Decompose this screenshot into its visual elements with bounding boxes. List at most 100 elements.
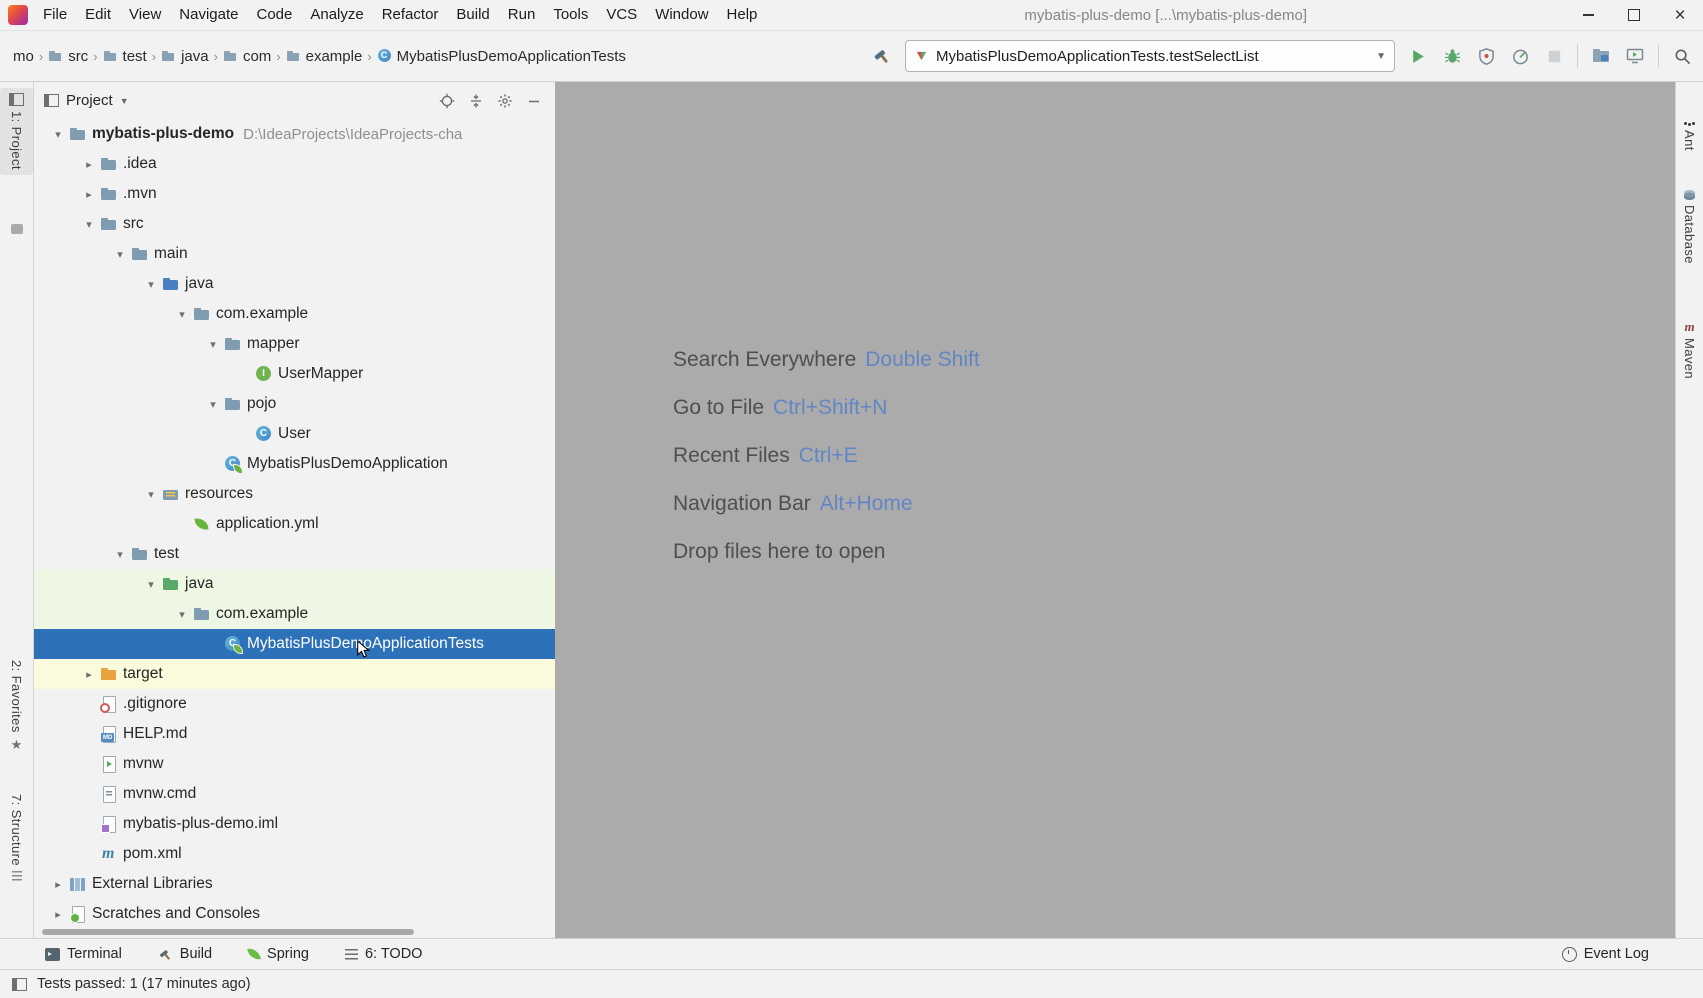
build-hammer-icon[interactable] — [871, 45, 893, 67]
tree-row-test[interactable]: test — [34, 539, 555, 569]
breadcrumb-item[interactable]: mo — [10, 45, 37, 68]
profiler-icon[interactable] — [1509, 45, 1531, 67]
maximize-button[interactable] — [1611, 0, 1657, 30]
menu-code[interactable]: Code — [247, 0, 301, 30]
menu-build[interactable]: Build — [447, 0, 498, 30]
tree-row-mvnw-cmd[interactable]: mvnw.cmd — [34, 779, 555, 809]
menu-vcs[interactable]: VCS — [597, 0, 646, 30]
chevron-icon[interactable] — [110, 248, 130, 261]
tree-row-java-main[interactable]: java — [34, 269, 555, 299]
chevron-icon[interactable] — [48, 128, 68, 141]
sidebar-tab-structure[interactable]: 7: Structure — [0, 794, 33, 881]
sidebar-tab-favorites[interactable]: 2: Favorites ★ — [0, 660, 33, 751]
tree-row-user[interactable]: User — [34, 419, 555, 449]
menu-tools[interactable]: Tools — [544, 0, 597, 30]
chevron-icon[interactable] — [141, 278, 161, 291]
tree-row-help-md[interactable]: HELP.md — [34, 719, 555, 749]
favorites-tab-label: 2: Favorites — [9, 660, 24, 733]
tree-row-src[interactable]: src — [34, 209, 555, 239]
debug-button[interactable] — [1441, 45, 1463, 67]
hide-panel-icon[interactable] — [523, 90, 545, 112]
tree-row-external-libraries[interactable]: External Libraries — [34, 869, 555, 899]
chevron-icon[interactable] — [79, 188, 99, 201]
chevron-icon[interactable] — [79, 218, 99, 231]
menu-window[interactable]: Window — [646, 0, 717, 30]
chevron-icon[interactable] — [110, 548, 130, 561]
stripe-folder-icon[interactable] — [0, 224, 33, 234]
tree-row-com-example-test[interactable]: com.example — [34, 599, 555, 629]
run-with-coverage-icon[interactable] — [1475, 45, 1497, 67]
tab-build[interactable]: Build — [158, 946, 212, 962]
run-button[interactable] — [1407, 45, 1429, 67]
breadcrumb-item-test[interactable]: test — [100, 45, 150, 68]
tree-row-application-yml[interactable]: application.yml — [34, 509, 555, 539]
chevron-down-icon[interactable]: ▼ — [120, 96, 129, 106]
search-everywhere-icon[interactable] — [1671, 45, 1693, 67]
gitignore-file-icon — [99, 694, 119, 714]
tab-terminal[interactable]: Terminal — [45, 946, 122, 962]
sidebar-tab-database[interactable]: Database — [1676, 190, 1703, 264]
horizontal-scrollbar[interactable] — [34, 925, 555, 938]
package-icon — [192, 304, 212, 324]
tree-row-mvn[interactable]: .mvn — [34, 179, 555, 209]
chevron-icon[interactable] — [141, 488, 161, 501]
menu-navigate[interactable]: Navigate — [170, 0, 247, 30]
settings-gear-icon[interactable] — [494, 90, 516, 112]
chevron-icon[interactable] — [203, 398, 223, 411]
run-configuration-select[interactable]: MybatisPlusDemoApplicationTests.testSele… — [905, 40, 1395, 72]
tree-row-main[interactable]: main — [34, 239, 555, 269]
chevron-icon[interactable] — [172, 608, 192, 621]
menu-help[interactable]: Help — [718, 0, 767, 30]
tree-row-mapper[interactable]: mapper — [34, 329, 555, 359]
chevron-icon[interactable] — [203, 338, 223, 351]
locate-file-icon[interactable] — [436, 90, 458, 112]
collapse-all-icon[interactable] — [465, 90, 487, 112]
chevron-icon[interactable] — [172, 308, 192, 321]
tree-row-com-example-main[interactable]: com.example — [34, 299, 555, 329]
event-log-button[interactable]: Event Log — [1562, 946, 1649, 962]
tree-row-pojo[interactable]: pojo — [34, 389, 555, 419]
chevron-icon[interactable] — [48, 908, 68, 921]
close-button[interactable]: × — [1657, 0, 1703, 30]
tree-row-usermapper[interactable]: UserMapper — [34, 359, 555, 389]
chevron-icon[interactable] — [48, 878, 68, 891]
ch evron-icon[interactable] — [79, 668, 99, 681]
tree-row-target[interactable]: target — [34, 659, 555, 689]
toolwindow-toggle-icon[interactable] — [12, 978, 27, 991]
tree-row-scratches[interactable]: Scratches and Consoles — [34, 899, 555, 925]
sidebar-tab-maven[interactable]: m Maven — [1676, 320, 1703, 379]
tree-row-java-test[interactable]: java — [34, 569, 555, 599]
breadcrumb-item-test-class[interactable]: MybatisPlusDemoApplicationTests — [374, 45, 629, 68]
tree-row-pom-xml[interactable]: pom.xml — [34, 839, 555, 869]
menu-file[interactable]: File — [34, 0, 76, 30]
menu-view[interactable]: View — [120, 0, 170, 30]
project-structure-icon[interactable] — [1590, 45, 1612, 67]
tab-spring[interactable]: Spring — [248, 946, 309, 962]
tree-row-iml[interactable]: mybatis-plus-demo.iml — [34, 809, 555, 839]
minimize-button[interactable] — [1565, 0, 1611, 30]
breadcrumb-item-java[interactable]: java — [158, 45, 212, 68]
tree-row-resources[interactable]: resources — [34, 479, 555, 509]
chevron-icon[interactable] — [141, 578, 161, 591]
chevron-icon[interactable] — [79, 158, 99, 171]
tree-row-mvnw[interactable]: mvnw — [34, 749, 555, 779]
tree-row-application-class[interactable]: MybatisPlusDemoApplication — [34, 449, 555, 479]
tree-row-tests-class-selected[interactable]: MybatisPlusDemoApplicationTests — [34, 629, 555, 659]
shortcut-hint: Go to FileCtrl+Shift+N — [673, 396, 980, 420]
menu-run[interactable]: Run — [499, 0, 545, 30]
presentation-icon[interactable] — [1624, 45, 1646, 67]
database-icon — [1684, 190, 1695, 200]
menu-edit[interactable]: Edit — [76, 0, 120, 30]
scrollbar-thumb[interactable] — [42, 929, 414, 935]
menu-refactor[interactable]: Refactor — [373, 0, 448, 30]
tree-row-idea[interactable]: .idea — [34, 149, 555, 179]
tree-row-gitignore[interactable]: .gitignore — [34, 689, 555, 719]
breadcrumb-item-com[interactable]: com — [220, 45, 274, 68]
sidebar-tab-project[interactable]: 1: Project — [0, 88, 33, 175]
tree-row-project-root[interactable]: mybatis-plus-demo D:\IdeaProjects\IdeaPr… — [34, 119, 555, 149]
menu-analyze[interactable]: Analyze — [301, 0, 372, 30]
sidebar-tab-ant[interactable]: Ant — [1676, 122, 1703, 151]
tab-todo[interactable]: 6: TODO — [345, 946, 422, 962]
breadcrumb-item-src[interactable]: src — [45, 45, 91, 68]
breadcrumb-item-example[interactable]: example — [283, 45, 366, 68]
